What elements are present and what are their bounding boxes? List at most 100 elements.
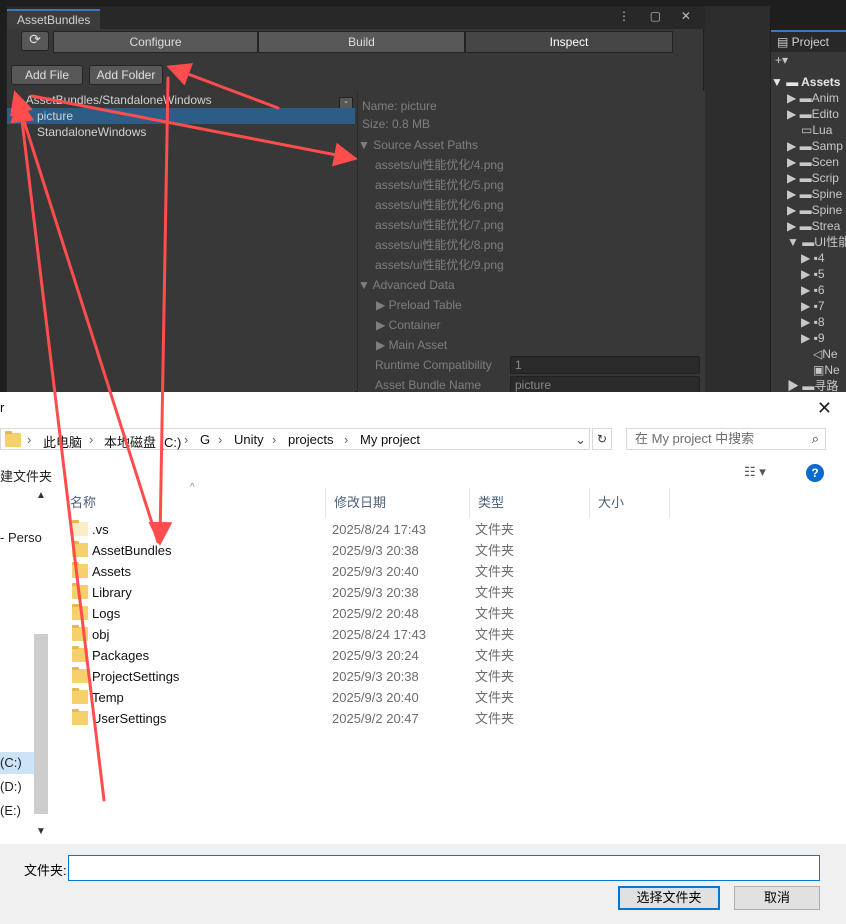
new-folder-button[interactable]: 建文件夹	[0, 466, 52, 485]
table-row[interactable]: Temp 2025/9/3 20:40 文件夹	[52, 687, 846, 708]
column-date[interactable]: 修改日期	[326, 488, 470, 518]
close-icon[interactable]: ✕	[817, 398, 832, 419]
container-foldout[interactable]: ▶ Container	[376, 316, 441, 334]
row-name: Assets	[92, 564, 132, 579]
table-row[interactable]: AssetBundles 2025/9/3 20:38 文件夹	[52, 540, 846, 561]
project-item-label: Ne	[822, 347, 838, 361]
project-item[interactable]: ▶ ▪4	[771, 250, 846, 266]
project-item[interactable]: ▶ ▬Spine	[771, 202, 846, 218]
folder-input[interactable]	[68, 855, 820, 881]
table-row[interactable]: Assets 2025/9/3 20:40 文件夹	[52, 561, 846, 582]
breadcrumb-item[interactable]: Unity	[234, 432, 264, 447]
expand-arrow-icon[interactable]: ▼	[11, 93, 23, 107]
project-item[interactable]: ▶ ▬Scrip	[771, 170, 846, 186]
cancel-button[interactable]: 取消	[734, 886, 820, 910]
project-item[interactable]: ▶ ▬Anim	[771, 90, 846, 106]
refresh-button[interactable]: ⟳	[21, 31, 49, 51]
folder-icon	[72, 562, 88, 578]
column-type[interactable]: 类型	[470, 488, 590, 518]
table-row[interactable]: Packages 2025/9/3 20:24 文件夹	[52, 645, 846, 666]
table-row[interactable]: UserSettings 2025/9/2 20:47 文件夹	[52, 708, 846, 729]
tab-configure[interactable]: Configure	[53, 31, 258, 53]
project-item[interactable]: ▶ ▪7	[771, 298, 846, 314]
project-item-label: UI性能	[814, 235, 846, 249]
nav-item[interactable]: (D:)	[0, 779, 22, 794]
create-button[interactable]: +▾	[775, 52, 846, 68]
source-paths-foldout[interactable]: ▼ Source Asset Paths	[358, 136, 478, 154]
tree-root[interactable]: ▼ AssetBundles/StandaloneWindows	[11, 92, 212, 108]
folder-icon	[72, 709, 88, 725]
row-name: AssetBundles	[92, 543, 172, 558]
advanced-data-foldout[interactable]: ▼ Advanced Data	[358, 276, 455, 294]
breadcrumb-item[interactable]: G	[200, 432, 210, 447]
main-asset-foldout[interactable]: ▶ Main Asset	[376, 336, 447, 354]
project-item[interactable]: ▶ ▬Spine	[771, 186, 846, 202]
folder-icon	[72, 625, 88, 641]
project-item[interactable]: ▣Ne	[771, 362, 846, 378]
project-item[interactable]: ▶ ▬Scen	[771, 154, 846, 170]
table-row[interactable]: obj 2025/8/24 17:43 文件夹	[52, 624, 846, 645]
foldout-arrow-icon: ▼	[358, 278, 373, 292]
help-icon[interactable]: ?	[806, 464, 824, 482]
project-item-label: Anim	[811, 91, 839, 105]
project-item[interactable]: ▶ ▪8	[771, 314, 846, 330]
project-item[interactable]: ▶ ▬Strea	[771, 218, 846, 234]
project-item-label: Spine	[811, 187, 843, 201]
project-item[interactable]: ▶ ▬Samp	[771, 138, 846, 154]
project-item[interactable]: ▶ ▬Edito	[771, 106, 846, 122]
tab-inspect[interactable]: Inspect	[465, 31, 673, 53]
project-item-label: Edito	[811, 107, 839, 121]
source-path: assets/ui性能优化/5.png	[375, 178, 504, 192]
assetbundles-tab[interactable]: AssetBundles	[7, 9, 101, 29]
preload-table-foldout[interactable]: ▶ Preload Table	[376, 296, 462, 314]
breadcrumb-item[interactable]: projects	[288, 432, 334, 447]
project-item-assets[interactable]: ▼ ▬ Assets	[771, 74, 846, 90]
table-row[interactable]: .vs 2025/8/24 17:43 文件夹	[52, 519, 846, 540]
table-row[interactable]: Logs 2025/9/2 20:48 文件夹	[52, 603, 846, 624]
nav-item[interactable]: (E:)	[0, 803, 21, 818]
nav-item-selected[interactable]: (C:)	[0, 752, 34, 774]
breadcrumb-item[interactable]: My project	[360, 432, 420, 447]
assetbundles-window: AssetBundles ⋮ ▢ ✕ ⟳ Configure Build Ins…	[6, 6, 705, 394]
table-row[interactable]: ProjectSettings 2025/9/3 20:38 文件夹	[52, 666, 846, 687]
chevron-down-icon[interactable]: ⌄	[575, 432, 586, 448]
unity-editor: AssetBundles ⋮ ▢ ✕ ⟳ Configure Build Ins…	[0, 0, 846, 394]
project-item-label: 8	[817, 315, 825, 329]
project-item[interactable]: ▶ ▪6	[771, 282, 846, 298]
add-folder-button[interactable]: Add Folder	[89, 65, 163, 85]
view-options-icon[interactable]: ☷ ▾	[744, 464, 766, 480]
project-item[interactable]: ▶ ▪5	[771, 266, 846, 282]
select-folder-button[interactable]: 选择文件夹	[618, 886, 720, 910]
scroll-up-icon[interactable]: ▲	[36, 490, 46, 501]
project-item[interactable]: ▼ ▬UI性能	[771, 234, 846, 250]
add-file-button[interactable]: Add File	[11, 65, 83, 85]
project-item[interactable]: ◁Ne	[771, 346, 846, 362]
project-tab[interactable]: ▤ Project	[771, 30, 846, 52]
tab-build[interactable]: Build	[258, 31, 465, 53]
breadcrumb-separator: ›	[89, 432, 94, 447]
tree-item-picture[interactable]: picture	[7, 108, 355, 124]
project-item[interactable]: ▶ ▪9	[771, 330, 846, 346]
table-row[interactable]: Library 2025/9/3 20:38 文件夹	[52, 582, 846, 603]
search-input[interactable]: 在 My project 中搜索 ⌕	[626, 428, 826, 450]
refresh-icon[interactable]: ↻	[592, 428, 612, 450]
window-menu-icons[interactable]: ⋮ ▢ ✕	[618, 9, 699, 23]
nav-scrollbar[interactable]	[34, 634, 48, 814]
nav-item[interactable]: - Perso	[0, 530, 42, 545]
breadcrumb-item[interactable]: 本地磁盘 (C:)	[104, 432, 181, 451]
bundle-name-text: Name: picture	[362, 99, 437, 113]
tree-root-label: AssetBundles/StandaloneWindows	[25, 93, 212, 107]
project-item-label: Lua	[812, 123, 833, 137]
project-item[interactable]: ▭Lua	[771, 122, 846, 138]
row-type: 文件夹	[475, 711, 515, 726]
breadcrumb-item[interactable]: 此电脑	[43, 432, 82, 451]
tree-item-standalonewindows[interactable]: StandaloneWindows	[7, 124, 146, 140]
scroll-down-icon[interactable]: ▼	[36, 826, 46, 837]
main-asset-label: Main Asset	[388, 338, 448, 352]
column-size[interactable]: 大小	[590, 488, 670, 518]
address-bar[interactable]: › 此电脑 › 本地磁盘 (C:) › G › Unity › projects…	[0, 428, 590, 450]
runtime-compat-field[interactable]: 1	[510, 356, 700, 374]
folder-icon	[72, 667, 88, 683]
nav-item-label: (C:)	[0, 755, 22, 770]
row-name: Packages	[92, 648, 150, 663]
